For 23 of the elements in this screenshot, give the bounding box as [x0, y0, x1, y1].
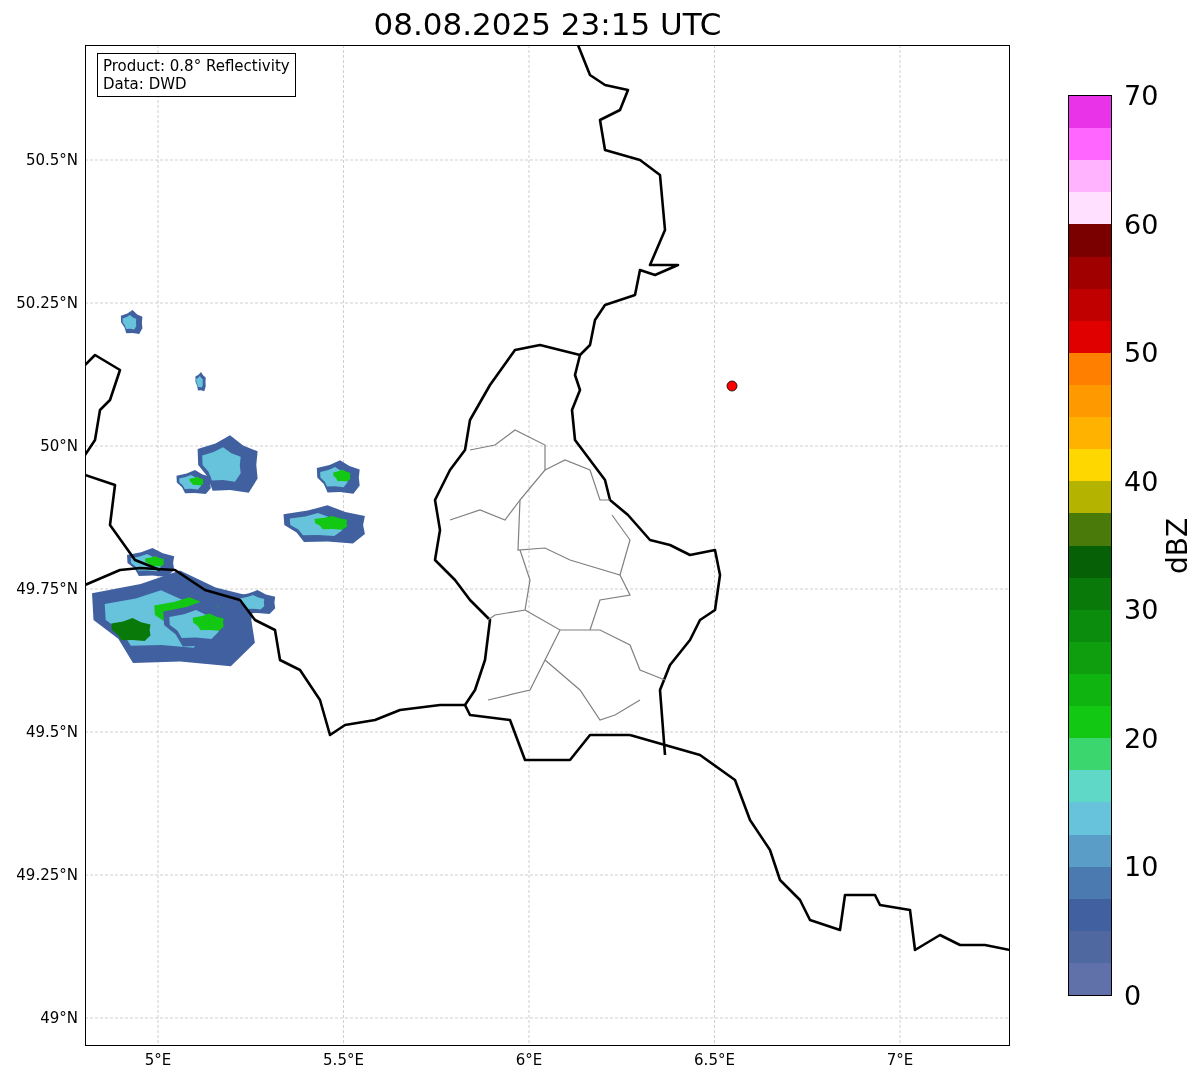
info-box: Product: 0.8° Reflectivity Data: DWD — [97, 53, 296, 97]
latitude-label: 49.25°N — [16, 866, 78, 884]
latitude-label: 50°N — [40, 437, 78, 455]
longitude-label: 6.5°E — [694, 1051, 735, 1069]
latitude-label: 50.25°N — [16, 294, 78, 312]
colorbar-tick-label: 40 — [1124, 466, 1159, 497]
latitude-label: 50.5°N — [25, 151, 78, 169]
colorbar-tick-label: 50 — [1124, 338, 1159, 369]
latitude-label: 49.75°N — [16, 580, 78, 598]
colorbar-label: dBZ — [1162, 517, 1195, 575]
colorbar-tick-label: 0 — [1124, 981, 1142, 1011]
latitude-label: 49°N — [40, 1009, 78, 1027]
colorbar-tick-label: 60 — [1124, 209, 1159, 240]
chart-title: 08.08.2025 23:15 UTC — [372, 5, 723, 44]
colorbar-tick-label: 10 — [1124, 852, 1159, 883]
longitude-label: 7°E — [886, 1051, 914, 1069]
latitude-label: 49.5°N — [25, 723, 78, 741]
longitude-label: 5.5°E — [323, 1051, 364, 1069]
colorbar-tick-label: 20 — [1124, 723, 1159, 754]
longitude-label: 6°E — [515, 1051, 543, 1069]
colorbar-tick-label: 30 — [1124, 595, 1159, 626]
longitude-label: 5°E — [144, 1051, 172, 1069]
colorbar-tick-label: 70 — [1124, 81, 1159, 111]
